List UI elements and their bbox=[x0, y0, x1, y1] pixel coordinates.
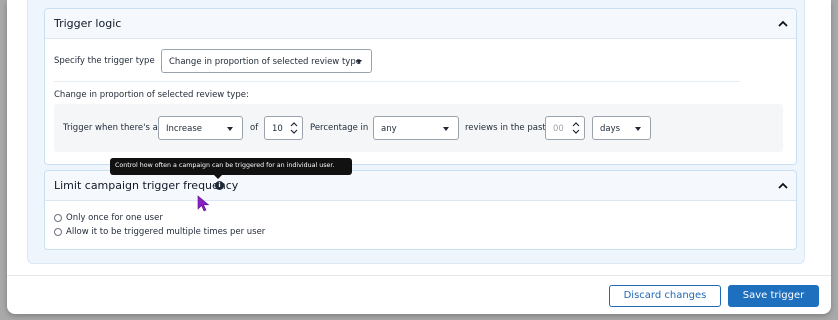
chevron-up-icon[interactable] bbox=[777, 18, 789, 30]
direction-value: Increase bbox=[166, 124, 202, 134]
trigger-prefix-label: Trigger when there's a bbox=[63, 123, 158, 133]
trigger-logic-header[interactable]: Trigger logic bbox=[45, 9, 796, 39]
unit-select[interactable]: days bbox=[592, 116, 651, 140]
caret-down-icon bbox=[635, 127, 641, 131]
review-type-select[interactable]: any bbox=[373, 116, 459, 140]
info-icon[interactable]: i bbox=[215, 181, 224, 190]
discard-changes-button[interactable]: Discard changes bbox=[609, 285, 721, 307]
tooltip-tail bbox=[214, 175, 222, 179]
chevron-up-icon[interactable] bbox=[777, 180, 789, 192]
limit-frequency-header[interactable]: Limit campaign trigger frequency bbox=[45, 171, 796, 201]
option-multiple-label: Allow it to be triggered multiple times … bbox=[66, 227, 266, 237]
info-tooltip: Control how often a campaign can be trig… bbox=[110, 158, 352, 179]
caret-down-icon bbox=[227, 127, 233, 131]
spinner-arrows-icon[interactable] bbox=[572, 121, 580, 135]
section-label: Change in proportion of selected review … bbox=[54, 90, 249, 100]
trigger-type-select[interactable]: Change in proportion of selected review … bbox=[161, 49, 372, 73]
footer-divider bbox=[7, 275, 831, 276]
direction-select[interactable]: Increase bbox=[158, 116, 243, 140]
percentage-label: Percentage in bbox=[310, 123, 369, 133]
divider bbox=[54, 81, 740, 82]
limit-frequency-card: Limit campaign trigger frequency bbox=[44, 170, 797, 250]
of-label: of bbox=[250, 123, 259, 133]
caret-down-icon bbox=[356, 60, 362, 64]
mouse-cursor-icon bbox=[197, 195, 210, 212]
trigger-type-value: Change in proportion of selected review … bbox=[169, 57, 361, 67]
save-trigger-button[interactable]: Save trigger bbox=[728, 285, 819, 307]
radio-multiple-per-user[interactable] bbox=[54, 228, 62, 236]
trigger-logic-title: Trigger logic bbox=[54, 17, 122, 30]
unit-value: days bbox=[600, 124, 621, 134]
option-once-label: Only once for one user bbox=[66, 213, 163, 223]
limit-frequency-title: Limit campaign trigger frequency bbox=[54, 179, 239, 192]
radio-once-per-user[interactable] bbox=[54, 214, 62, 222]
amount-stepper[interactable]: 10 bbox=[264, 116, 303, 140]
amount-value: 10 bbox=[272, 124, 283, 134]
caret-down-icon bbox=[443, 127, 449, 131]
spinner-arrows-icon[interactable] bbox=[290, 121, 298, 135]
period-stepper[interactable]: 00 bbox=[545, 116, 585, 140]
trigger-type-label: Specify the trigger type bbox=[54, 56, 155, 66]
review-type-value: any bbox=[381, 124, 397, 134]
reviews-label: reviews in the past bbox=[465, 123, 546, 133]
tooltip-text: Control how often a campaign can be trig… bbox=[115, 162, 335, 169]
period-placeholder: 00 bbox=[553, 124, 564, 134]
